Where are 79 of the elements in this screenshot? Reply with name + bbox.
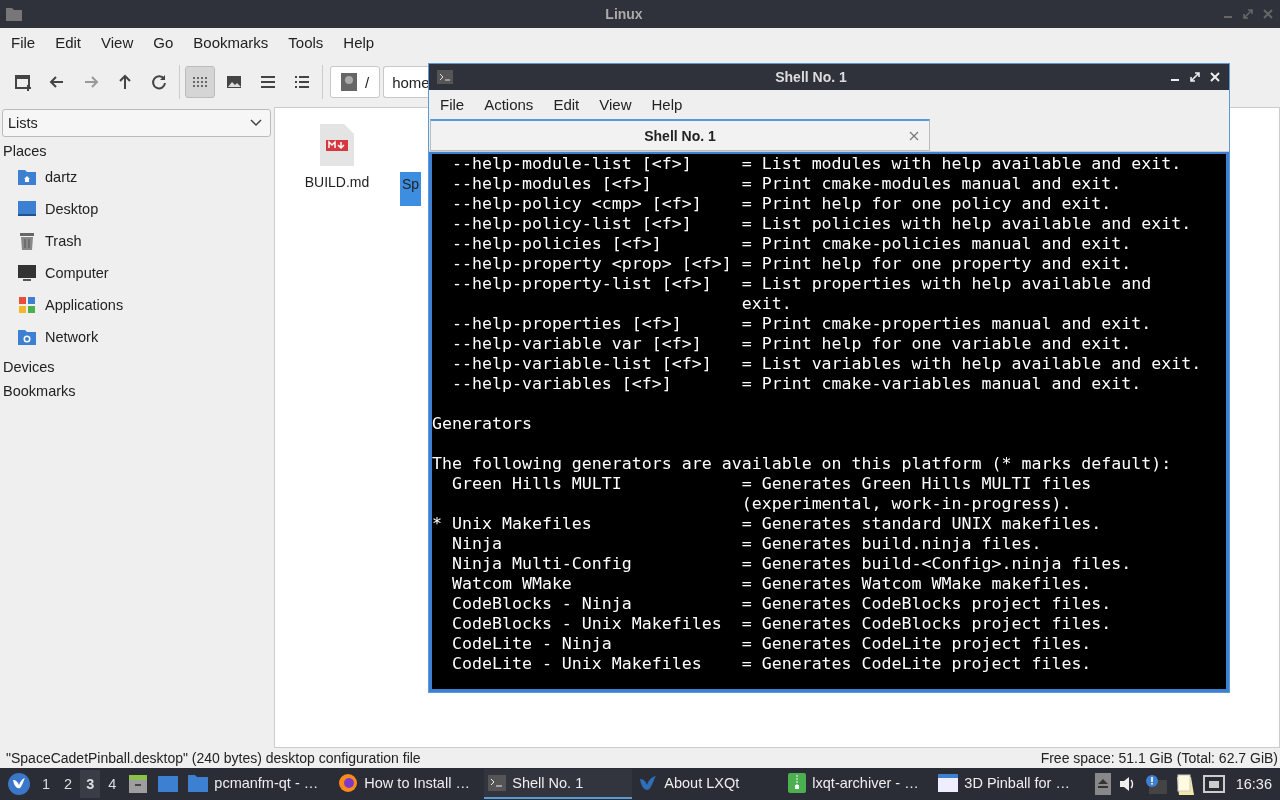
place-label: Network — [45, 329, 99, 345]
folder-icon — [188, 774, 209, 792]
close-tab-icon[interactable] — [909, 130, 919, 141]
menu-item[interactable]: Help — [333, 34, 385, 51]
file-name: Sp — [400, 172, 422, 206]
menu-item[interactable]: File — [430, 96, 475, 113]
place-label: Trash — [45, 233, 82, 249]
window-title: Linux — [604, 6, 644, 22]
folder-icon — [6, 7, 22, 21]
section-header[interactable]: Bookmarks — [2, 377, 271, 401]
place-item[interactable]: Network — [2, 321, 271, 353]
caret-icon — [250, 119, 262, 127]
desktop-switch-button[interactable]: 1 — [36, 770, 57, 798]
place-label: Applications — [45, 297, 124, 313]
network-folder-icon — [17, 327, 37, 347]
desktop-switch-button[interactable]: 4 — [102, 770, 123, 798]
detailed-list-icon — [294, 74, 310, 90]
applications-icon — [17, 295, 37, 315]
view-mode-button[interactable] — [185, 66, 215, 98]
task-button[interactable]: 3D Pinball for … — [934, 769, 1083, 799]
menu-item[interactable]: View — [589, 96, 642, 113]
clock: 16:36 — [1235, 776, 1273, 792]
side-pane-dropdown[interactable]: Lists — [2, 109, 271, 137]
menu-item[interactable]: Actions — [474, 96, 544, 113]
list-icon — [260, 74, 276, 90]
task-button[interactable]: pcmanfm-qt - … — [184, 769, 333, 799]
desktop-icon — [17, 199, 37, 219]
window-icon — [938, 774, 959, 792]
image-icon — [226, 74, 242, 90]
tab[interactable]: Shell No. 1 — [430, 119, 930, 151]
desktop-switch-button[interactable]: 2 — [58, 770, 79, 798]
place-item[interactable]: Computer — [2, 257, 271, 289]
menu-item[interactable]: Bookmarks — [183, 34, 279, 51]
status-text: "SpaceCadetPinball.desktop" (240 bytes) desktop configuration file — [6, 750, 421, 766]
clipboard-icon[interactable] — [1174, 773, 1195, 795]
window-title: Shell No. 1 — [774, 69, 848, 85]
file-cabinet-icon[interactable] — [127, 773, 150, 795]
place-item[interactable]: Trash — [2, 225, 271, 257]
free-space-text: Free space: 51.1 GiB (Total: 62.7 GiB) — [1040, 750, 1278, 766]
section-header[interactable]: Places — [2, 137, 271, 161]
task-button[interactable]: Shell No. 1 — [484, 769, 633, 799]
desktop-switch-button[interactable]: 3 — [80, 770, 101, 798]
fox-globe-icon — [338, 773, 359, 793]
bird-icon — [638, 773, 659, 793]
place-item[interactable]: Desktop — [2, 193, 271, 225]
menu-item[interactable]: Help — [641, 96, 693, 113]
drive-icon — [341, 73, 357, 91]
path-button[interactable]: / — [330, 66, 381, 98]
menu-item[interactable]: File — [1, 34, 46, 51]
task-button[interactable]: How to Install … — [334, 769, 483, 799]
place-item[interactable]: dartz — [2, 161, 271, 193]
path-button[interactable]: home — [383, 66, 430, 98]
menu-item[interactable]: View — [91, 34, 144, 51]
desktop-icon[interactable] — [157, 773, 180, 795]
terminal-icon — [437, 70, 453, 84]
computer-icon — [17, 263, 37, 283]
place-label: Desktop — [45, 201, 99, 217]
menu-item[interactable]: Tools — [278, 34, 334, 51]
section-header[interactable]: Devices — [2, 353, 271, 377]
place-label: Computer — [45, 265, 109, 281]
terminal-icon — [488, 775, 507, 791]
home-folder-icon — [17, 167, 37, 187]
grid-icon — [192, 74, 208, 90]
menu-item[interactable]: Go — [143, 34, 184, 51]
archive-icon — [788, 773, 807, 793]
markdown-file-icon — [320, 124, 354, 166]
place-label: dartz — [45, 169, 78, 185]
network-icon[interactable] — [1202, 775, 1225, 793]
menu-item[interactable]: Edit — [45, 34, 92, 51]
task-button[interactable]: About LXQt — [634, 769, 783, 799]
task-button[interactable]: lxqt-archiver - … — [784, 769, 933, 799]
trash-icon — [17, 231, 37, 251]
place-item[interactable]: Applications — [2, 289, 271, 321]
menu-item[interactable]: Edit — [543, 96, 590, 113]
file-name: BUILD.md — [304, 173, 370, 192]
eject-icon[interactable] — [1094, 773, 1111, 795]
notification-icon[interactable] — [1144, 774, 1167, 794]
terminal-output: --help-module-list [<f>] = List modules with help available and exit. --help-modules [<f>] = Print cmake-modules manual and exit. --help-policy <cmp> [<f>] = Print help for one policy and exit. --help-policy-list [<f>] = List policies with help available and exit. --help-policies [<f>] = Print cmake-policies manual and exit. --help-property <prop> [<f>] = Print help for one property and exit. --help-property-list [<f>] = List properties with help available and exit. --help-properties [<f>] = Print cmake-properties manual and exit. --help-variable var [<f>] = Print help for one variable and exit. --help-variable-list [<f>] = List variables with help available and exit. --help-variables [<f>] = Print cmake-variables manual and exit. Generators The following generators are available on this platform (* marks default): Green Hills MULTI = Generates Green Hills MULTI files (experimental, work-in-progress). * Unix Makefiles = Generates standard UNIX makefiles. Ninja = Generates build.ninja files. Ninja Multi-Config = Generates build-<Config>.ninja files. Watcom WMake = Generates Watcom WMake makefiles. CodeBlocks - Ninja = Generates CodeBlocks project files. CodeBlocks - Unix Makefiles = Generates CodeBlocks project files. CodeLite - Ninja = Generates CodeLite project files. CodeLite - Unix Makefiles = Generates CodeLite project files. — [429, 152, 1229, 692]
start-menu-icon[interactable] — [7, 772, 31, 796]
